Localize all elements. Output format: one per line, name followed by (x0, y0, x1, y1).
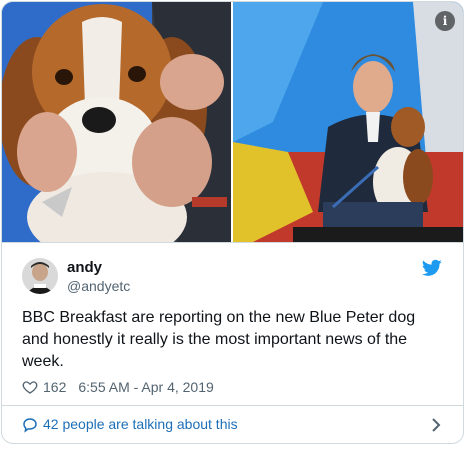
heart-icon[interactable] (22, 379, 38, 395)
chevron-right-icon[interactable] (431, 418, 441, 432)
tweet-timestamp[interactable]: 6:55 AM - Apr 4, 2019 (78, 379, 213, 395)
conversation-link[interactable]: 42 people are talking about this (2, 406, 463, 443)
speech-bubble-icon (23, 418, 37, 433)
tweet-meta: 162 6:55 AM - Apr 4, 2019 (22, 377, 214, 397)
avatar[interactable] (22, 258, 58, 294)
beagle-closeup-photo[interactable] (2, 2, 231, 242)
author-handle[interactable]: @andyetc (67, 278, 130, 294)
conversation-label[interactable]: 42 people are talking about this (43, 416, 238, 432)
info-icon[interactable]: i (435, 11, 455, 31)
tweet-media[interactable]: i (2, 2, 463, 243)
like-count[interactable]: 162 (43, 379, 66, 395)
studio-presenter-photo[interactable]: i (233, 2, 463, 242)
twitter-bird-icon[interactable] (422, 259, 442, 277)
tweet-author[interactable]: andy @andyetc (22, 257, 442, 297)
embedded-tweet-card: i andy @andyetc BBC Breakfast are report… (1, 1, 464, 444)
author-name[interactable]: andy (67, 259, 102, 276)
tweet-text: BBC Breakfast are reporting on the new B… (22, 309, 416, 370)
